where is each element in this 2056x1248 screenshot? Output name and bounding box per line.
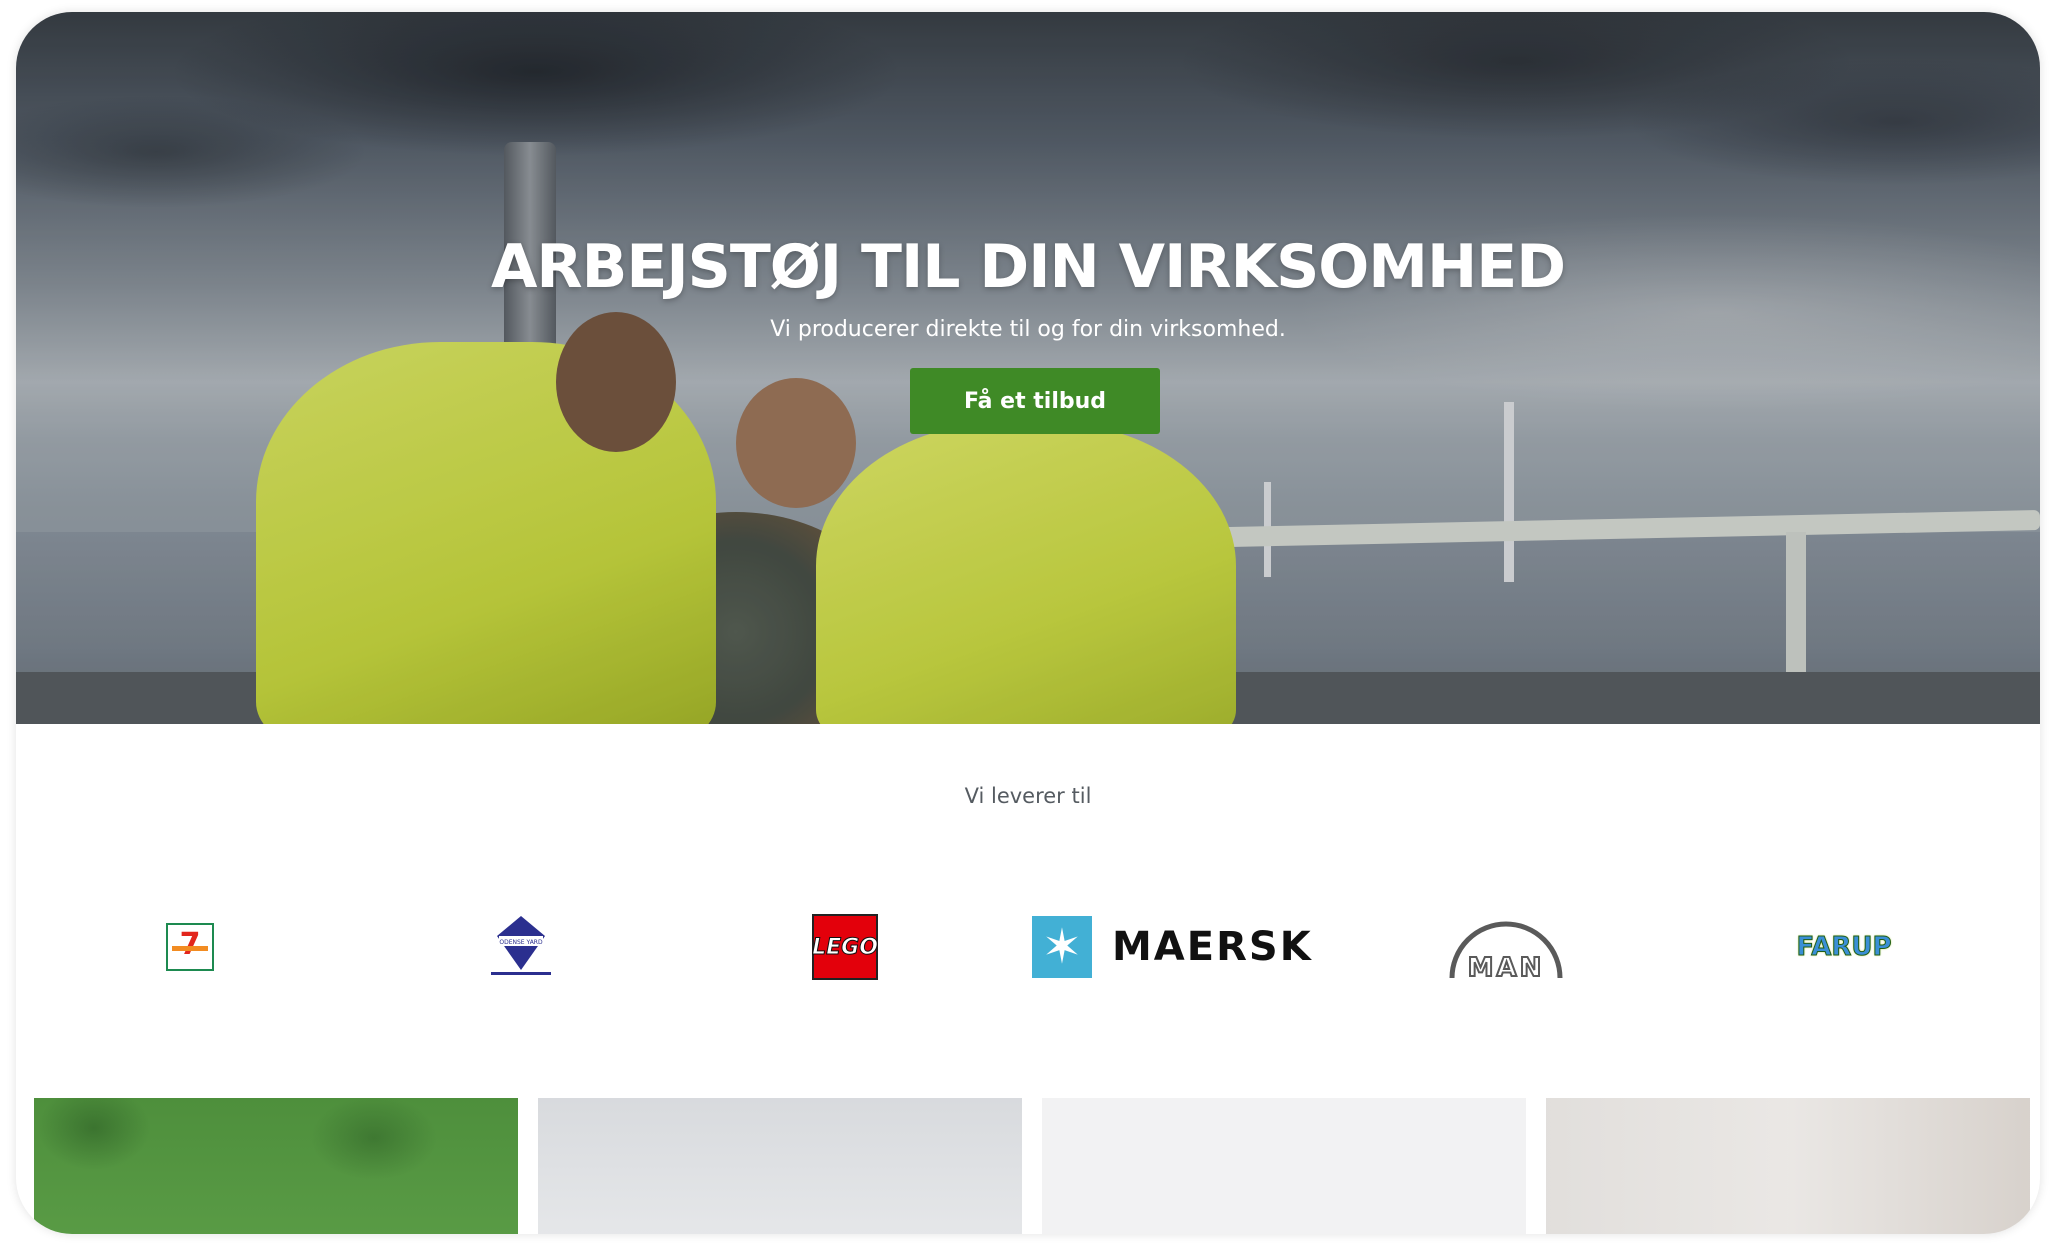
man-logo: MAN	[1446, 902, 1566, 992]
man-logo-icon: MAN	[1449, 921, 1563, 982]
svg-text:ODENSE YARD: ODENSE YARD	[499, 939, 543, 946]
hero-section: ARBEJSTØJ TIL DIN VIRKSOMHED Vi producer…	[16, 12, 2040, 724]
odense-yard-shield-icon: ODENSE YARD	[491, 916, 551, 975]
odense-yard-logo: ODENSE YARD	[486, 902, 556, 992]
7eleven-logo: 7	[164, 902, 216, 992]
hero-subtitle: Vi producerer direkte til og for din vir…	[770, 317, 1286, 342]
category-card[interactable]	[538, 1098, 1022, 1234]
maersk-logo-mark: MAERSK	[1112, 924, 1313, 970]
customer-logos: 7 ODENSE YARD LEGO ✶ MAERSK MAN FARUP	[16, 902, 2040, 992]
suppliers-heading: Vi leverer til	[964, 784, 1092, 808]
get-quote-button[interactable]: Få et tilbud	[910, 368, 1160, 434]
maersk-logo: ✶ MAERSK	[1032, 902, 1322, 992]
category-card[interactable]	[1546, 1098, 2030, 1234]
category-card[interactable]	[34, 1098, 518, 1234]
hero-title: ARBEJSTØJ TIL DIN VIRKSOMHED	[490, 232, 1566, 302]
lego-logo: LEGO	[812, 902, 878, 992]
farup-logo-mark: FARUP	[1796, 932, 1892, 963]
farup-logo: FARUP	[1796, 902, 1892, 992]
category-card[interactable]	[1042, 1098, 1526, 1234]
7eleven-logo-mark: 7	[179, 927, 201, 962]
lego-logo-mark: LEGO	[812, 934, 879, 960]
category-cards	[16, 1098, 2040, 1234]
maersk-star-icon: ✶	[1032, 916, 1092, 978]
svg-text:MAN: MAN	[1468, 953, 1545, 982]
page-frame: ARBEJSTØJ TIL DIN VIRKSOMHED Vi producer…	[16, 12, 2040, 1234]
